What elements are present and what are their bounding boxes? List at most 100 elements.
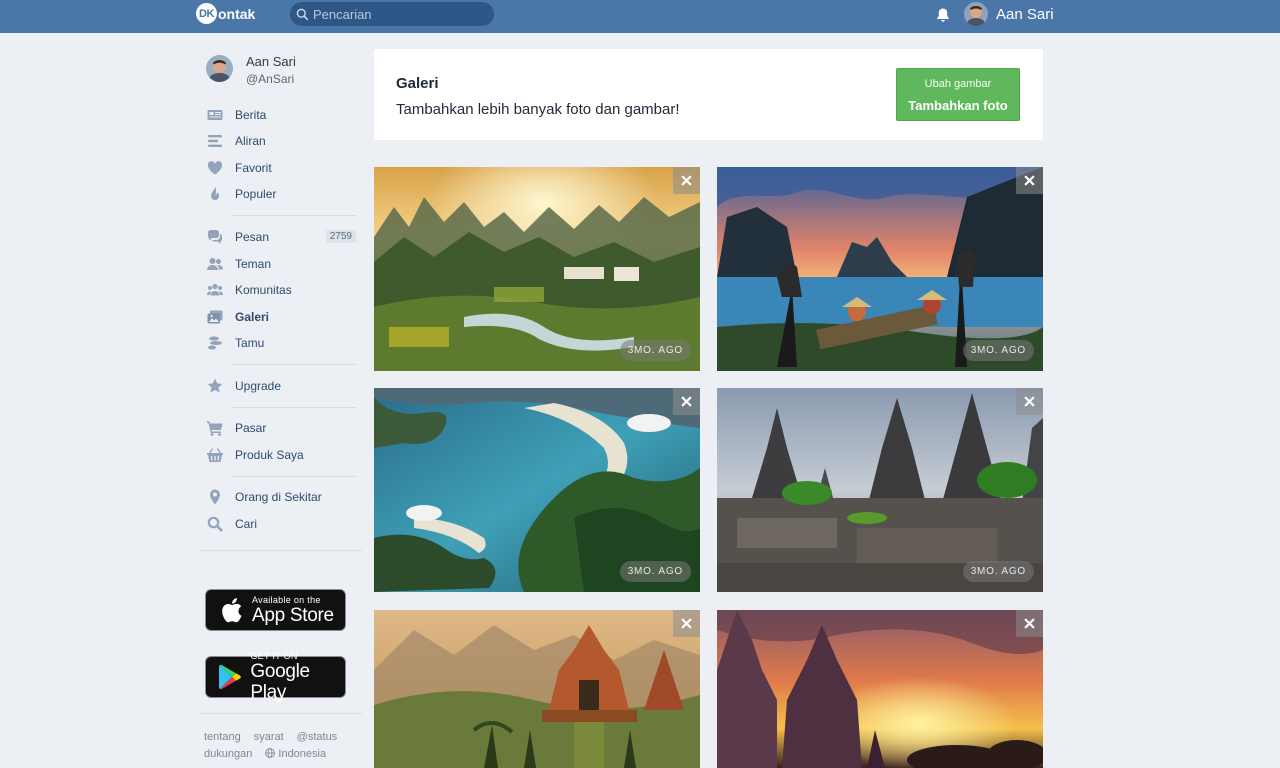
location-pin-icon xyxy=(206,489,223,506)
sidebar-item-orang-di-sekitar[interactable]: Orang di Sekitar xyxy=(206,487,356,507)
sidebar-item-populer[interactable]: Populer xyxy=(206,184,356,204)
close-icon xyxy=(1024,175,1035,186)
stream-icon xyxy=(206,133,223,150)
remove-photo-button[interactable] xyxy=(1016,610,1043,637)
gallery-photo[interactable] xyxy=(717,610,1043,768)
heart-icon xyxy=(206,160,223,177)
sidebar-item-label: Teman xyxy=(235,257,272,271)
sidebar-item-galeri[interactable]: Galeri xyxy=(206,307,356,327)
app-store-big-text: App Store xyxy=(252,604,334,626)
sidebar-item-label: Favorit xyxy=(235,161,272,175)
sidebar-item-label: Aliran xyxy=(235,134,266,148)
sidebar-item-pasar[interactable]: Pasar xyxy=(206,418,356,438)
gallery-photo[interactable]: 3MO. AGO xyxy=(717,388,1043,592)
cart-icon xyxy=(206,420,223,437)
gallery-photo[interactable]: 3MO. AGO xyxy=(374,167,700,371)
sidebar-item-aliran[interactable]: Aliran xyxy=(206,131,356,151)
footer-link-dukungan[interactable]: dukungan xyxy=(204,748,252,760)
remove-photo-button[interactable] xyxy=(673,388,700,415)
add-photo-button-label: Tambahkan foto xyxy=(908,98,1008,113)
sidebar-item-cari[interactable]: Cari xyxy=(206,514,356,534)
close-icon xyxy=(681,396,692,407)
avatar xyxy=(206,55,233,82)
guests-icon xyxy=(206,335,223,352)
message-count-badge: 2759 xyxy=(325,230,356,243)
divider xyxy=(200,713,362,714)
remove-photo-button[interactable] xyxy=(673,610,700,637)
logo[interactable]: DK ontak xyxy=(196,3,255,24)
close-icon xyxy=(681,618,692,629)
add-photo-button-caption: Ubah gambar xyxy=(924,78,992,90)
chat-icon xyxy=(206,229,223,246)
top-bar: DK ontak Aan Sari xyxy=(0,0,1280,33)
gallery-photo[interactable]: 3MO. AGO xyxy=(717,167,1043,371)
sidebar-item-label: Komunitas xyxy=(235,283,292,297)
globe-icon xyxy=(265,748,276,758)
close-icon xyxy=(681,175,692,186)
profile-name: Aan Sari xyxy=(246,54,296,69)
footer-link-tentang[interactable]: tentang xyxy=(204,731,241,743)
app-store-button[interactable]: Available on the App Store xyxy=(205,589,346,631)
top-avatar xyxy=(964,2,988,26)
star-icon xyxy=(206,378,223,395)
sidebar-item-upgrade[interactable]: Upgrade xyxy=(206,376,356,396)
sidebar-item-komunitas[interactable]: Komunitas xyxy=(206,280,356,300)
footer-links-row2: dukungan Indonesia xyxy=(204,748,339,760)
google-play-small-text: GET IT ON xyxy=(250,651,298,661)
remove-photo-button[interactable] xyxy=(1016,388,1043,415)
divider xyxy=(232,407,356,408)
search-bar[interactable] xyxy=(290,2,494,26)
google-play-icon xyxy=(216,662,244,692)
footer-link-status[interactable]: @status xyxy=(297,731,338,743)
sidebar-item-favorit[interactable]: Favorit xyxy=(206,158,356,178)
google-play-big-text: Google Play xyxy=(250,661,310,703)
flame-icon xyxy=(206,186,223,203)
divider xyxy=(232,364,356,365)
top-user-name: Aan Sari xyxy=(996,5,1054,23)
language-selector[interactable]: Indonesia xyxy=(265,748,339,760)
gallery-photo[interactable]: 3MO. AGO xyxy=(374,388,700,592)
app-store-small-text: Available on the xyxy=(252,594,321,605)
sidebar-item-label: Berita xyxy=(235,108,267,122)
sidebar-item-label: Pasar xyxy=(235,421,267,435)
sidebar-item-label: Produk Saya xyxy=(235,448,304,462)
top-user-menu[interactable]: Aan Sari xyxy=(964,2,1054,26)
sidebar-item-tamu[interactable]: Tamu xyxy=(206,333,356,353)
page-title: Galeri xyxy=(396,75,439,92)
close-icon xyxy=(1024,618,1035,629)
sidebar-item-produk-saya[interactable]: Produk Saya xyxy=(206,445,356,465)
search-input[interactable] xyxy=(313,6,483,22)
divider xyxy=(200,550,362,551)
sidebar-item-label: Cari xyxy=(235,517,258,531)
photo-timestamp: 3MO. AGO xyxy=(619,561,691,582)
profile-block[interactable]: Aan Sari @AnSari xyxy=(206,53,296,88)
sidebar-item-label: Orang di Sekitar xyxy=(235,490,322,504)
footer-link-syarat[interactable]: syarat xyxy=(254,731,284,743)
photo-timestamp: 3MO. AGO xyxy=(619,340,691,361)
logo-badge: DK xyxy=(196,3,217,24)
sidebar-item-label: Upgrade xyxy=(235,379,282,393)
sidebar-item-label: Pesan xyxy=(235,230,270,244)
friends-icon xyxy=(206,256,223,273)
page-subtitle: Tambahkan lebih banyak foto dan gambar! xyxy=(396,101,680,118)
footer-links-row1: tentang syarat @status xyxy=(204,731,350,743)
remove-photo-button[interactable] xyxy=(673,167,700,194)
sidebar-item-berita[interactable]: Berita xyxy=(206,105,356,125)
newspaper-icon xyxy=(206,107,223,124)
notification-bell-icon[interactable] xyxy=(935,7,951,23)
photo-painted-gate xyxy=(374,610,700,768)
sidebar-item-teman[interactable]: Teman xyxy=(206,254,356,274)
remove-photo-button[interactable] xyxy=(1016,167,1043,194)
profile-handle: @AnSari xyxy=(246,72,295,86)
sidebar-item-pesan[interactable]: Pesan 2759 xyxy=(206,227,356,247)
gallery-header-card: Galeri Tambahkan lebih banyak foto dan g… xyxy=(374,49,1043,140)
google-play-button[interactable]: GET IT ON Google Play xyxy=(205,651,346,703)
add-photo-button[interactable]: Ubah gambar Tambahkan foto xyxy=(896,68,1020,121)
photo-timestamp: 3MO. AGO xyxy=(962,340,1034,361)
divider xyxy=(232,215,356,216)
language-label: Indonesia xyxy=(278,748,327,760)
search-icon xyxy=(206,516,223,533)
divider xyxy=(232,476,356,477)
community-icon xyxy=(206,282,223,299)
gallery-photo[interactable] xyxy=(374,610,700,768)
